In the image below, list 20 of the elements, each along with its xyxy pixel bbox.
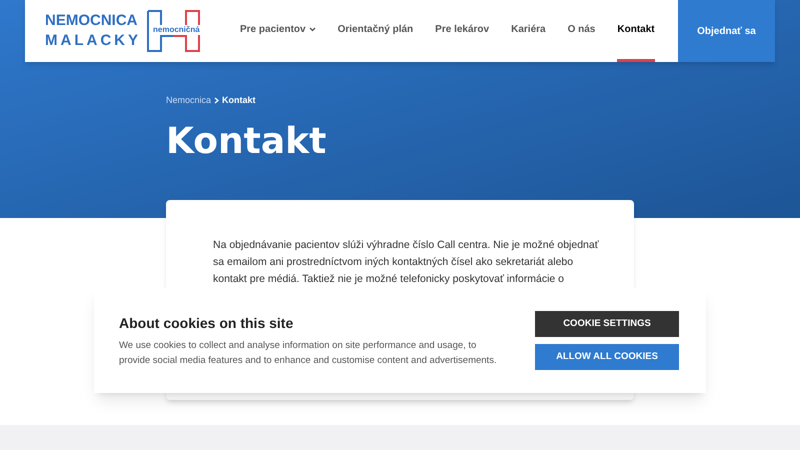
cookie-button[interactable]: ALLOW ALL COOKIES [535,344,679,370]
nav-link[interactable]: Pre pacientov [240,0,316,62]
nav-link[interactable]: O nás [568,0,596,62]
nav-link[interactable]: Pre lekárov [435,0,490,62]
info-paragraph: Na objednávanie pacientov slúži výhradne číslo Call centra. Nie je možné objednať sa emailom ani prostredníctvom iných kontaktných čísel ako sekretariát alebo kontakt pre médiá. Taktiež nie je možné telefonicky poskytovať informácie o [213,238,600,287]
chevron-down-icon [308,27,316,32]
nav-link[interactable]: Kariéra [511,0,546,62]
breadcrumb-link[interactable]: Nemocnica [166,94,212,108]
cookie-button[interactable]: COOKIE SETTINGS [535,311,679,337]
logo-mark-text: nemocničná [152,25,201,35]
cookie-text: We use cookies to collect and analyse information on site performance and usage, to provide social media features and to enhance and customise content and advertisements. [119,339,498,368]
nav-link[interactable]: Orientačný plán [338,0,414,62]
order-button[interactable]: Objednať sa [678,0,775,62]
nav-link[interactable]: Kontakt [617,0,655,62]
cookie-title: About cookies on this site [119,314,294,333]
logo-text: NEMOCNICA [45,11,138,31]
logo-text: MALACKY [45,31,141,51]
chevron-right-icon [214,97,220,104]
breadcrumb-current: Kontakt [222,94,256,107]
page-title: Kontakt [165,122,328,162]
